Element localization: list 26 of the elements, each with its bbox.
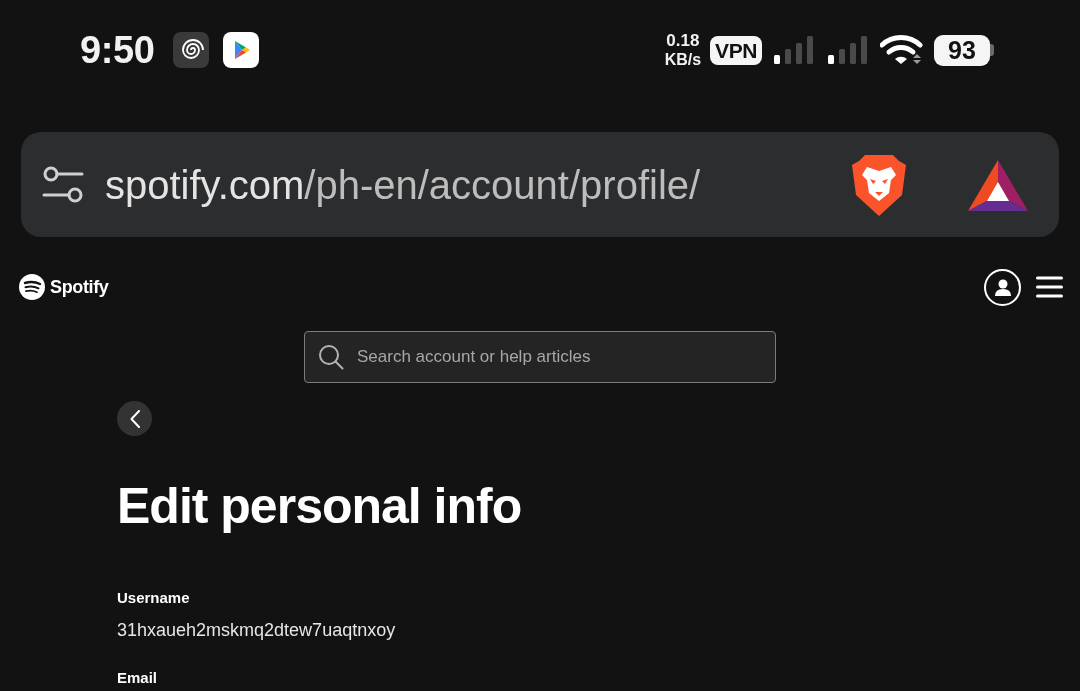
chevron-left-icon <box>129 409 140 428</box>
back-button[interactable] <box>117 401 152 436</box>
search-icon <box>318 344 344 370</box>
wifi-icon <box>880 35 924 65</box>
search-field[interactable]: Search account or help articles <box>304 331 776 383</box>
play-triangle-app-icon <box>222 32 259 68</box>
spiral-app-icon <box>172 32 209 68</box>
field-label: Email <box>117 669 158 687</box>
account-button[interactable] <box>984 268 1021 306</box>
vpn-status: VPN <box>710 35 762 65</box>
signal-bars-icon <box>828 36 868 64</box>
url-text[interactable]: spotify.com/ph-en/account/profile/ <box>105 164 701 205</box>
page-title: Edit personal info <box>117 481 522 531</box>
person-icon <box>994 278 1011 296</box>
network-speed-unit: KB/s <box>664 50 702 69</box>
battery-indicator: 93 <box>934 34 994 66</box>
logo-icon <box>19 274 45 300</box>
lion-shield-icon[interactable] <box>851 152 907 217</box>
signal-bars-icon <box>774 36 814 64</box>
field-label: Username <box>117 589 190 607</box>
menu-icon[interactable] <box>1036 276 1063 298</box>
tune-icon[interactable] <box>42 164 84 205</box>
network-speed: 0.18 <box>666 31 700 50</box>
logo-text[interactable]: Spotify <box>50 278 109 296</box>
field-value: 31hxaueh2mskmq2dtew7uaqtnxoy <box>117 619 396 642</box>
status-time: 9:50 <box>80 31 155 69</box>
